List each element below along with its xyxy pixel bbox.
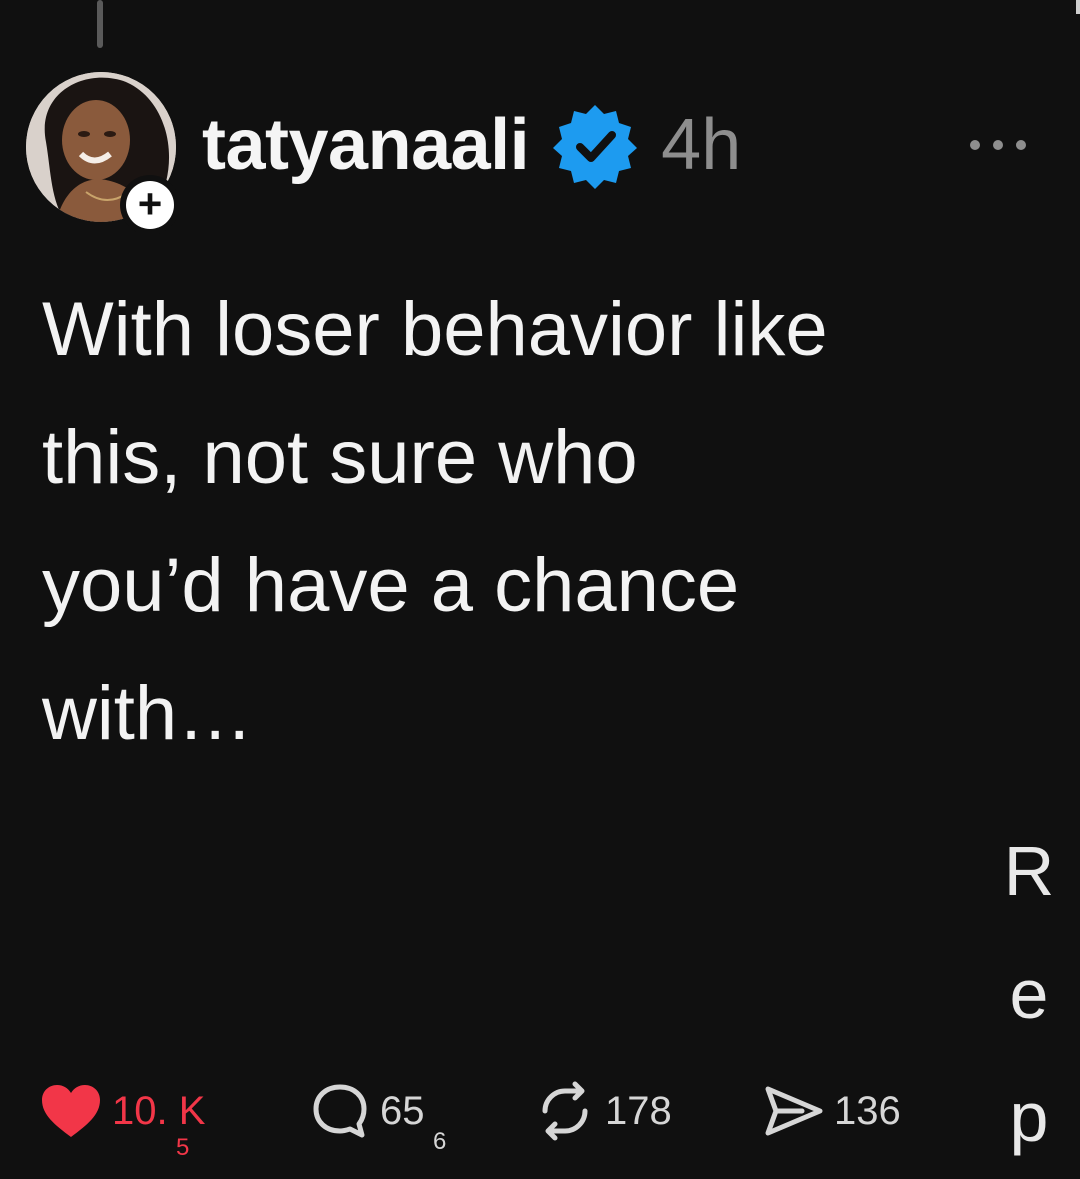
reply-button[interactable]: 65 6 (310, 1076, 446, 1155)
side-overlay-text: R e p (994, 810, 1064, 1179)
avatar[interactable]: + (26, 72, 180, 235)
repost-button[interactable]: 178 (535, 1076, 672, 1146)
like-button[interactable]: 10. K 5 (40, 1076, 206, 1161)
side-letter: p (1009, 1078, 1049, 1156)
share-button[interactable]: 136 (762, 1076, 901, 1146)
verified-badge-icon (553, 105, 638, 189)
plus-icon: + (126, 181, 174, 229)
comment-icon (313, 1084, 367, 1138)
repost-icon (542, 1081, 588, 1141)
post-body-text: With loser behavior like this, not sure … (42, 287, 828, 756)
like-count: 10. K (112, 1088, 206, 1133)
repost-count: 178 (605, 1088, 672, 1133)
post-header: tatyanaali 4h (202, 100, 741, 190)
side-letter: e (1009, 955, 1049, 1033)
reply-count: 65 (380, 1088, 425, 1133)
like-count-digit: 5 (176, 1134, 190, 1161)
more-options-icon[interactable] (970, 135, 1026, 155)
side-letter: R (1003, 832, 1055, 910)
follow-button[interactable]: + (120, 175, 180, 235)
post-actions-bar: 10. K 5 65 6 178 136 (40, 1076, 940, 1161)
scroll-edge-mark (1076, 0, 1080, 14)
username[interactable]: tatyanaali (202, 104, 530, 186)
heart-icon (42, 1085, 100, 1137)
reply-count-digit: 6 (433, 1128, 447, 1155)
thread-connector-line (97, 0, 103, 48)
send-icon (765, 1086, 823, 1136)
share-count: 136 (834, 1088, 901, 1133)
post-timestamp: 4h (661, 105, 742, 185)
